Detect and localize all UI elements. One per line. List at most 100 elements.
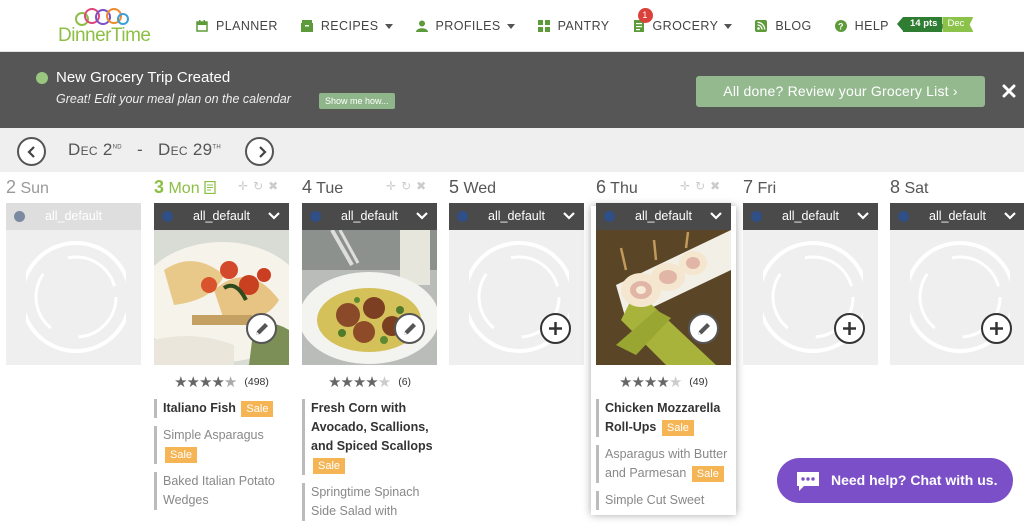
day-number: 6 [596,177,607,197]
next-range-button[interactable] [245,137,274,166]
day-number: 4 [302,177,313,197]
plan-selector[interactable]: all_default [890,203,1024,230]
remove-icon[interactable]: ✖ [710,179,725,193]
recipe-side[interactable]: Simple Asparagus Sale [154,426,289,464]
plan-name: all_default [782,209,839,223]
plan-selector[interactable]: all_default [743,203,878,230]
plan-color-dot [162,211,173,222]
meal-rating: ★★★★★ (6) [302,365,437,399]
recipe-side[interactable]: Springtime Spinach Side Salad with [302,483,437,521]
dinnertime-logo[interactable]: DinnerTime [56,6,151,46]
nav-planner[interactable]: PLANNER [196,19,278,33]
nav-profiles[interactable]: PROFILES [415,19,515,33]
nav-planner-label: PLANNER [216,19,278,33]
edit-meal-button[interactable] [246,313,277,344]
plate-placeholder-icon [26,241,126,353]
empty-meal-slot [743,230,878,365]
day-column-tue: 4 Tue ✛↻✖ all_default ★★★★★ (6) Fresh Co… [302,172,437,529]
chevron-down-icon [1004,212,1016,220]
plan-selector[interactable]: all_default [6,203,141,230]
italiano-fish-photo [154,230,289,365]
refresh-icon[interactable]: ↻ [253,179,268,193]
day-header: 4 Tue ✛↻✖ [302,172,437,203]
recipe-main[interactable]: Italiano Fish Sale [154,399,289,418]
grocery-count-badge: 1 [637,8,653,23]
chevron-down-icon [710,212,722,220]
plan-selector[interactable]: all_default [596,203,731,230]
add-meal-button[interactable] [981,313,1012,344]
plan-selector[interactable]: all_default [154,203,289,230]
nav-recipes[interactable]: RECIPES [300,19,393,33]
grid-icon [537,20,550,32]
meal-photo[interactable] [154,230,289,365]
meal-photo[interactable] [596,230,731,365]
day-name: Sun [20,180,49,197]
chat-label: Need help? Chat with us. [831,472,998,488]
svg-text:?: ? [838,22,844,32]
chat-bubble-icon [797,472,819,491]
logo-text: DinnerTime [58,25,151,46]
meal-photo[interactable] [302,230,437,365]
recipe-side[interactable]: Asparagus with Butter and Parmesan Sale [596,445,731,483]
day-name: Thu [610,180,638,197]
help-icon: ? [834,20,847,32]
day-actions: ✛↻✖ [386,179,431,193]
points-value: 14 pts [903,17,943,32]
date-range-bar: Dec 2nd - Dec 29th [0,128,1024,172]
day-name: Mon [168,180,200,197]
edit-meal-button[interactable] [688,313,719,344]
refresh-icon[interactable]: ↻ [401,179,416,193]
chevron-down-icon [857,212,869,220]
add-meal-button[interactable] [540,313,571,344]
recipe-main[interactable]: Fresh Corn with Avocado, Scallions, and … [302,399,437,475]
close-icon[interactable] [1002,84,1016,98]
main-nav: PLANNER RECIPES PROFILES PANTRY 1 GROCER… [196,0,969,52]
recipe-main[interactable]: Chicken Mozzarella Roll-Ups Sale [596,399,731,437]
day-header: 3 Mon ✛↻✖ [154,172,289,203]
day-column-wed: 5 Wed all_default [449,172,584,365]
points-badge[interactable]: 14 pts Dec [897,17,974,32]
nav-pantry[interactable]: PANTRY [537,19,610,33]
nav-blog[interactable]: BLOG [755,19,811,33]
status-dot [36,72,48,84]
edit-meal-button[interactable] [394,313,425,344]
star-rating: ★★★★★ [619,374,682,391]
star-rating: ★★★★★ [174,374,237,391]
notes-icon[interactable] [204,180,216,195]
star-rating: ★★★★★ [327,374,391,391]
day-number: 2 [6,177,17,197]
range-end-suffix: th [212,141,222,151]
plan-color-dot [751,211,762,222]
review-count: (49) [689,376,708,388]
plan-selector[interactable]: all_default [449,203,584,230]
show-me-how-button[interactable]: Show me how... [319,93,395,109]
points-month: Dec [942,17,974,32]
chevron-down-icon [563,212,575,220]
day-number: 8 [890,177,901,197]
chat-help-button[interactable]: Need help? Chat with us. [777,458,1013,503]
add-meal-button[interactable] [834,313,865,344]
move-icon[interactable]: ✛ [680,179,695,193]
day-number: 7 [743,177,754,197]
pencil-icon [256,323,268,335]
previous-range-button[interactable] [17,137,46,166]
day-column-mon: 3 Mon ✛↻✖ all_default ★★★★★ (498) Italia… [154,172,289,518]
review-grocery-list-button[interactable]: All done? Review your Grocery List › [696,76,985,107]
recipe-box-icon [300,20,313,32]
move-icon[interactable]: ✛ [386,179,401,193]
sale-badge: Sale [313,458,346,474]
plan-selector[interactable]: all_default [302,203,437,230]
remove-icon[interactable]: ✖ [416,179,431,193]
refresh-icon[interactable]: ↻ [695,179,710,193]
banner-title: New Grocery Trip Created [56,69,231,86]
nav-pantry-label: PANTRY [557,19,610,33]
nav-blog-label: BLOG [775,19,812,33]
recipe-side[interactable]: Simple Cut Sweet [596,491,731,510]
remove-icon[interactable]: ✖ [268,179,283,193]
user-icon [415,20,428,32]
recipe-side[interactable]: Baked Italian Potato Wedges [154,472,289,510]
move-icon[interactable]: ✛ [238,179,253,193]
nav-help[interactable]: ? HELP [834,19,889,33]
nav-grocery[interactable]: 1 GROCERY [633,8,733,33]
rss-icon [755,20,768,32]
